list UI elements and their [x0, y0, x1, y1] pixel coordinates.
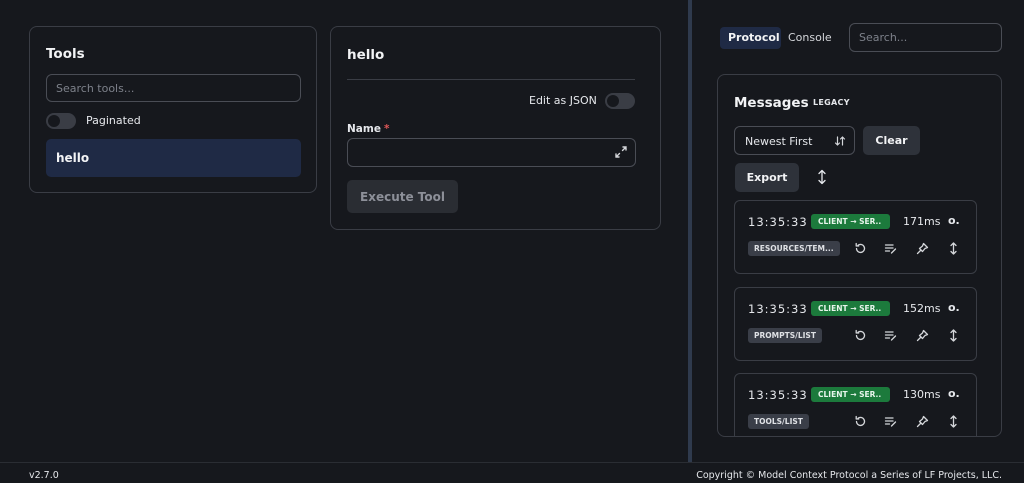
copyright-text: Copyright © Model Context Protocol a Ser…: [696, 470, 1002, 481]
footer: v2.7.0 Copyright © Model Context Protoco…: [0, 462, 1024, 483]
expand-vertical-icon[interactable]: [947, 329, 960, 342]
expand-vertical-icon[interactable]: [947, 415, 960, 428]
tools-panel: Tools Paginated hello: [29, 26, 317, 193]
messages-title: Messages: [734, 95, 809, 111]
message-method-badge: TOOLS/LIST: [748, 414, 809, 429]
sort-icon: [834, 135, 846, 147]
tool-list-item-hello[interactable]: hello: [46, 139, 301, 177]
tab-protocol[interactable]: Protocol: [720, 27, 781, 49]
edit-as-json-toggle[interactable]: [605, 93, 635, 109]
tools-title: Tools: [46, 46, 85, 62]
replay-icon[interactable]: [854, 329, 867, 342]
message-timestamp: 13:35:33: [748, 302, 808, 316]
paginated-label: Paginated: [86, 114, 141, 127]
messages-panel: Messages LEGACY Newest First Clear Expor…: [717, 74, 1002, 437]
pin-icon[interactable]: [916, 415, 929, 428]
message-duration: 152ms: [903, 302, 941, 315]
message-card[interactable]: 13:35:33 CLIENT → SER.. 130ms o. TOOLS/LIST: [734, 373, 977, 436]
edit-as-json-label: Edit as JSON: [529, 94, 597, 107]
tool-list-item-label: hello: [56, 151, 90, 165]
replay-icon[interactable]: [854, 415, 867, 428]
execute-tool-button[interactable]: Execute Tool: [347, 180, 458, 213]
message-more-indicator: o.: [948, 214, 960, 227]
pin-icon[interactable]: [916, 329, 929, 342]
message-more-indicator: o.: [948, 301, 960, 314]
message-duration: 130ms: [903, 388, 941, 401]
name-input[interactable]: [347, 138, 636, 167]
name-field-label: Name *: [347, 123, 389, 135]
clear-button[interactable]: Clear: [863, 126, 920, 155]
tools-search-input[interactable]: [46, 74, 301, 102]
history-search-input[interactable]: [849, 23, 1002, 52]
version-label: v2.7.0: [29, 470, 59, 481]
replay-icon[interactable]: [854, 242, 867, 255]
divider: [347, 79, 635, 80]
pin-icon[interactable]: [916, 242, 929, 255]
export-button[interactable]: Export: [735, 163, 799, 192]
tool-detail-title: hello: [347, 47, 385, 63]
expand-icon[interactable]: [614, 145, 628, 159]
message-method-badge: RESOURCES/TEM...: [748, 241, 840, 256]
expand-vertical-icon[interactable]: [816, 169, 828, 185]
edit-list-icon[interactable]: [884, 329, 897, 342]
legacy-badge: LEGACY: [813, 98, 850, 107]
paginated-toggle[interactable]: [46, 113, 76, 129]
message-more-indicator: o.: [948, 387, 960, 400]
expand-vertical-icon[interactable]: [947, 242, 960, 255]
message-duration: 171ms: [903, 215, 941, 228]
tool-detail-panel: hello Edit as JSON Name * Execute Tool: [330, 26, 661, 230]
edit-list-icon[interactable]: [884, 415, 897, 428]
message-direction-badge: CLIENT → SER..: [811, 387, 890, 402]
message-card[interactable]: 13:35:33 CLIENT → SER.. 171ms o. RESOURCES/T…: [734, 200, 977, 274]
sort-order-select[interactable]: Newest First: [734, 126, 855, 155]
edit-list-icon[interactable]: [884, 242, 897, 255]
message-timestamp: 13:35:33: [748, 388, 808, 402]
message-timestamp: 13:35:33: [748, 215, 808, 229]
tab-console[interactable]: Console: [780, 27, 840, 49]
message-method-badge: PROMPTS/LIST: [748, 328, 822, 343]
sort-order-value: Newest First: [745, 135, 813, 148]
name-label-text: Name: [347, 123, 381, 135]
message-direction-badge: CLIENT → SER..: [811, 301, 890, 316]
message-direction-badge: CLIENT → SER..: [811, 214, 890, 229]
message-card[interactable]: 13:35:33 CLIENT → SER.. 152ms o. PROMPTS/LIS…: [734, 287, 977, 361]
required-mark: *: [383, 123, 390, 135]
